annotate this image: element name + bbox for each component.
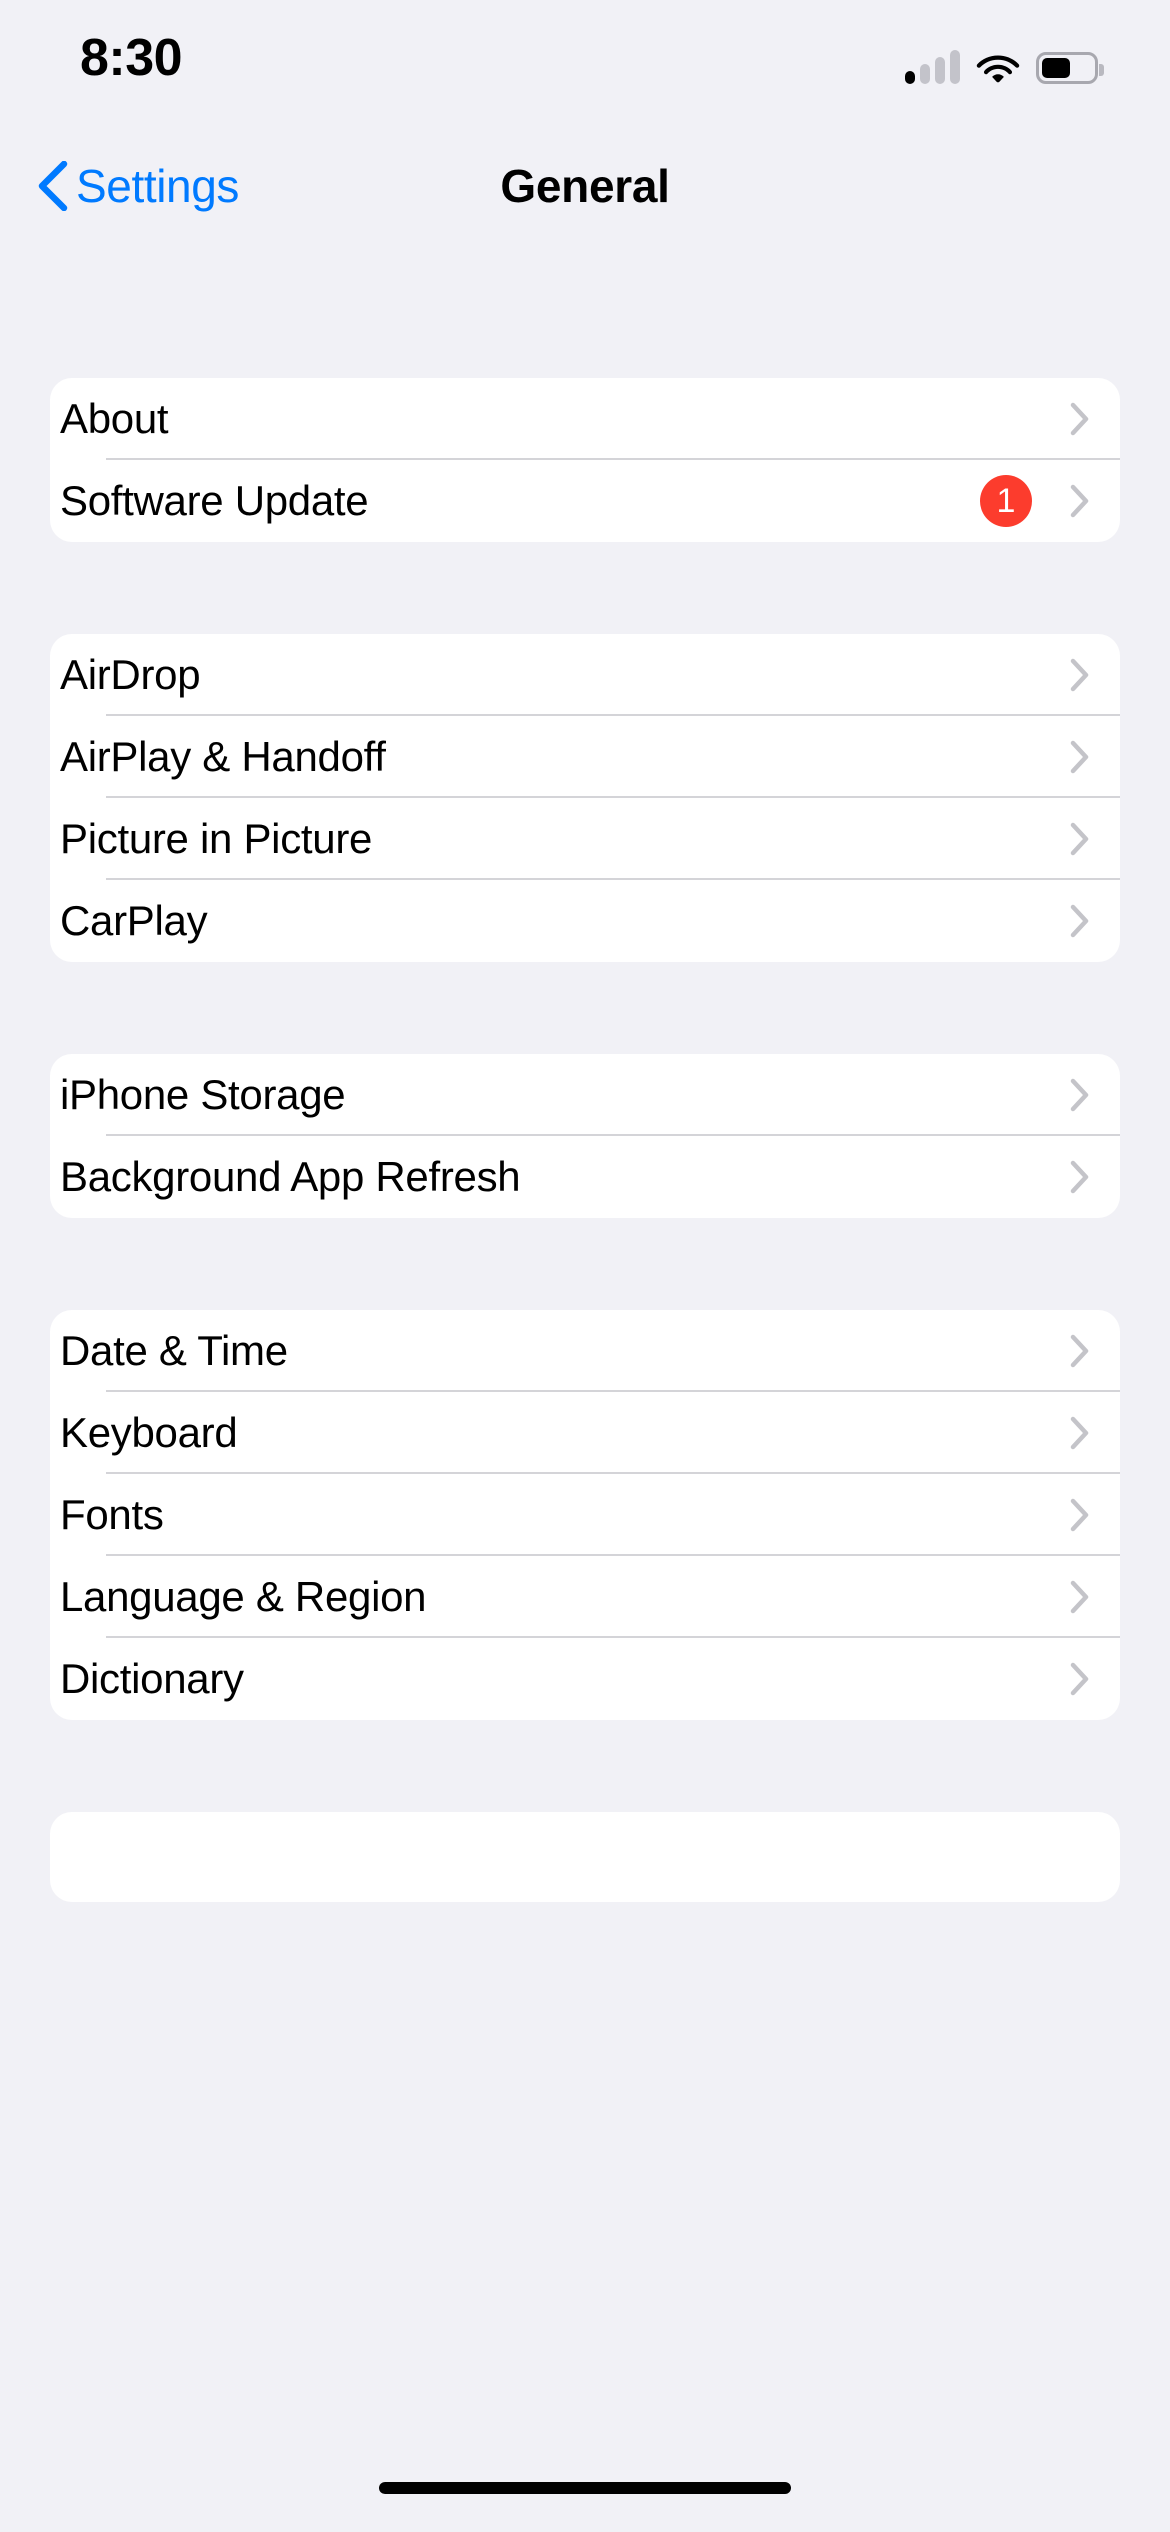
chevron-right-icon: [1070, 1416, 1089, 1450]
notification-badge: 1: [980, 475, 1032, 527]
settings-row-accessory: [1070, 658, 1090, 692]
page-title: General: [500, 160, 670, 212]
settings-row-accessory: [1070, 740, 1090, 774]
settings-row-accessory: [1070, 1662, 1090, 1696]
settings-group: Date & Time Keyboard Fonts Language & Regio…: [50, 1310, 1120, 1720]
settings-group: [50, 1812, 1120, 1902]
status-bar: 8:30: [0, 0, 1170, 132]
settings-row-accessory: 1: [980, 475, 1090, 527]
chevron-right-icon: [1070, 1160, 1089, 1194]
settings-row-accessory: [1070, 1580, 1090, 1614]
chevron-right-icon: [1070, 402, 1089, 436]
settings-group: AirDrop AirPlay & Handoff Picture in Pictu…: [50, 634, 1120, 962]
home-indicator[interactable]: [379, 2482, 791, 2494]
settings-row[interactable]: Keyboard: [50, 1392, 1120, 1474]
settings-row-label: Language & Region: [60, 1573, 427, 1620]
status-bar-time: 8:30: [80, 29, 183, 87]
settings-row[interactable]: Background App Refresh: [50, 1136, 1120, 1218]
settings-row-label: AirPlay & Handoff: [60, 733, 386, 780]
settings-row[interactable]: AirDrop: [50, 634, 1120, 716]
settings-row[interactable]: About: [50, 378, 1120, 460]
settings-row-accessory: [1070, 402, 1090, 436]
settings-row-label: AirDrop: [60, 651, 201, 698]
navigation-bar: Settings General: [0, 132, 1170, 240]
settings-row[interactable]: CarPlay: [50, 880, 1120, 962]
settings-row-accessory: [1070, 822, 1090, 856]
settings-row-accessory: [1070, 904, 1090, 938]
settings-row-label: Dictionary: [60, 1655, 244, 1702]
settings-row-label: About: [60, 395, 169, 442]
wifi-icon: [976, 55, 1020, 83]
cellular-signal-icon: [905, 50, 960, 84]
chevron-right-icon: [1070, 658, 1089, 692]
battery-icon: [1036, 52, 1104, 84]
chevron-right-icon: [1070, 1662, 1089, 1696]
settings-row-label: Date & Time: [60, 1327, 288, 1374]
settings-row-accessory: [1070, 1078, 1090, 1112]
settings-row-label: Fonts: [60, 1491, 164, 1538]
settings-row-label: Picture in Picture: [60, 815, 373, 862]
settings-row[interactable]: Dictionary: [50, 1638, 1120, 1720]
settings-row[interactable]: AirPlay & Handoff: [50, 716, 1120, 798]
chevron-right-icon: [1070, 740, 1089, 774]
settings-row[interactable]: Software Update 1: [50, 460, 1120, 542]
chevron-right-icon: [1070, 1498, 1089, 1532]
settings-row-label: CarPlay: [60, 897, 208, 944]
settings-row-accessory: [1070, 1160, 1090, 1194]
settings-group: About Software Update 1: [50, 378, 1120, 542]
chevron-right-icon: [1070, 1078, 1089, 1112]
settings-row-label: Keyboard: [60, 1409, 238, 1456]
settings-row[interactable]: iPhone Storage: [50, 1054, 1120, 1136]
settings-row-accessory: [1070, 1416, 1090, 1450]
settings-row-accessory: [1070, 1498, 1090, 1532]
iphone-settings-general-screen: 8:30 Settings General About Software Upd…: [0, 0, 1170, 2532]
settings-row[interactable]: Picture in Picture: [50, 798, 1120, 880]
settings-row[interactable]: Language & Region: [50, 1556, 1120, 1638]
chevron-right-icon: [1070, 904, 1089, 938]
settings-row-label: Background App Refresh: [60, 1153, 521, 1200]
chevron-right-icon: [1070, 1334, 1089, 1368]
spacer-top: [0, 240, 1170, 378]
settings-group: iPhone Storage Background App Refresh: [50, 1054, 1120, 1218]
chevron-right-icon: [1070, 484, 1089, 518]
settings-row-accessory: [1070, 1334, 1090, 1368]
settings-row[interactable]: Date & Time: [50, 1310, 1120, 1392]
chevron-right-icon: [1070, 1580, 1089, 1614]
status-bar-indicators: [905, 44, 1104, 84]
chevron-right-icon: [1070, 822, 1089, 856]
settings-row-label: Software Update: [60, 477, 369, 524]
settings-list: About Software Update 1 AirDrop AirPlay & Ha…: [0, 240, 1170, 1902]
settings-row[interactable]: Fonts: [50, 1474, 1120, 1556]
settings-row-label: iPhone Storage: [60, 1071, 346, 1118]
